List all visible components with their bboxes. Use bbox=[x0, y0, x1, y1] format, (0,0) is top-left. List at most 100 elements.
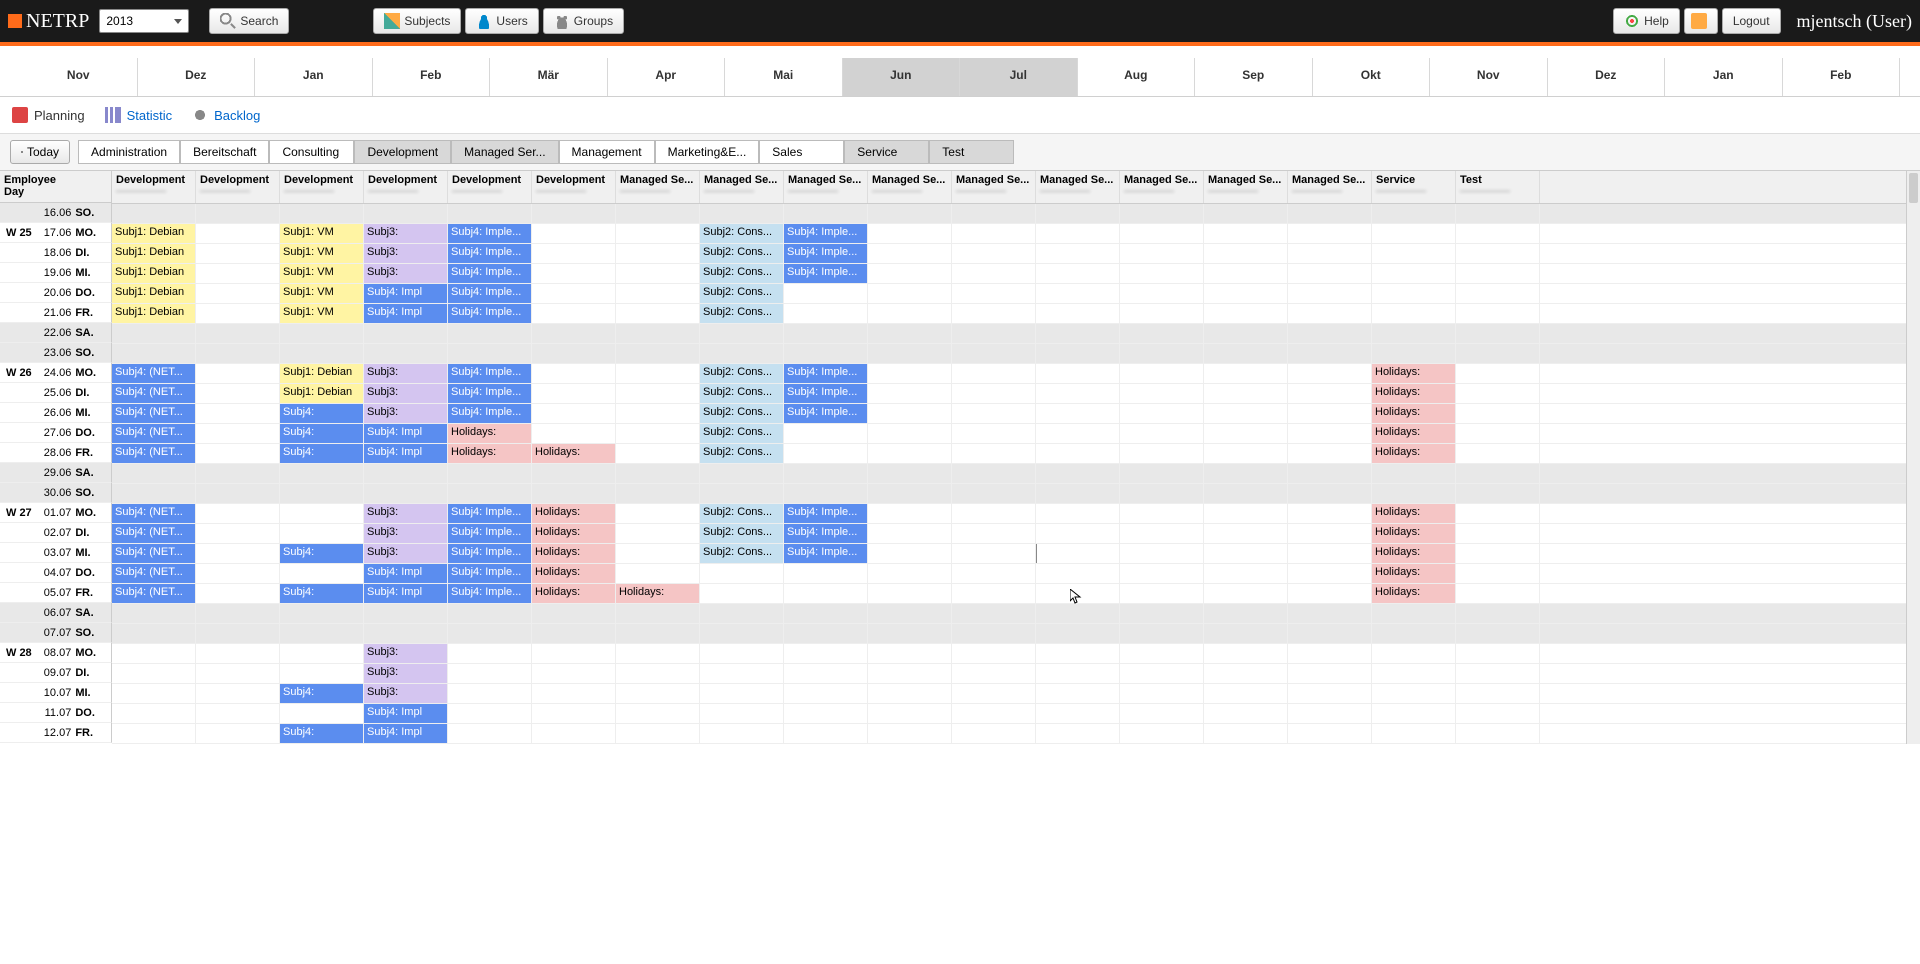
grid-cell[interactable] bbox=[1288, 324, 1372, 343]
grid-cell[interactable] bbox=[196, 584, 280, 603]
col-header-4[interactable]: Development————— bbox=[448, 171, 532, 203]
grid-cell[interactable] bbox=[112, 684, 196, 703]
grid-cell[interactable]: Holidays: bbox=[1372, 384, 1456, 403]
grid-cell[interactable] bbox=[532, 464, 616, 483]
grid-cell[interactable] bbox=[1456, 224, 1540, 243]
grid-cell[interactable]: Subj4: Imple... bbox=[784, 264, 868, 283]
grid-cell[interactable] bbox=[1288, 524, 1372, 543]
grid-cell[interactable] bbox=[1456, 644, 1540, 663]
grid-cell[interactable] bbox=[1204, 644, 1288, 663]
grid-cell[interactable] bbox=[1036, 224, 1120, 243]
grid-cell[interactable]: Subj1: Debian bbox=[280, 364, 364, 383]
grid-cell[interactable] bbox=[1372, 724, 1456, 743]
grid-cell[interactable]: Subj4: bbox=[280, 724, 364, 743]
search-button[interactable]: Search bbox=[209, 8, 289, 34]
grid-cell[interactable] bbox=[1036, 684, 1120, 703]
month-mai-6[interactable]: Mai bbox=[725, 58, 843, 96]
grid-cell[interactable] bbox=[1036, 344, 1120, 363]
grid-cell[interactable] bbox=[196, 364, 280, 383]
grid-cell[interactable] bbox=[1204, 344, 1288, 363]
grid-cell[interactable] bbox=[868, 204, 952, 223]
dept-tab-4[interactable]: Managed Ser... bbox=[451, 140, 558, 164]
grid-cell[interactable]: Subj4: Imple... bbox=[448, 504, 532, 523]
grid-cell[interactable] bbox=[532, 404, 616, 423]
grid-cell[interactable] bbox=[532, 384, 616, 403]
grid-cell[interactable] bbox=[1036, 584, 1120, 603]
grid-cell[interactable]: Subj4: Imple... bbox=[448, 224, 532, 243]
grid-cell[interactable] bbox=[1456, 284, 1540, 303]
grid-cell[interactable] bbox=[1456, 684, 1540, 703]
grid-cell[interactable]: Subj2: Cons... bbox=[700, 544, 784, 563]
grid-cell[interactable] bbox=[1288, 404, 1372, 423]
grid-cell[interactable]: Subj1: VM bbox=[280, 284, 364, 303]
grid-cell[interactable] bbox=[448, 664, 532, 683]
grid-cell[interactable] bbox=[1036, 564, 1120, 583]
grid-cell[interactable] bbox=[784, 684, 868, 703]
grid-cell[interactable] bbox=[784, 304, 868, 323]
grid-cell[interactable] bbox=[784, 204, 868, 223]
grid-cell[interactable]: Subj4: Imple... bbox=[448, 384, 532, 403]
grid-cell[interactable]: Subj3: bbox=[364, 524, 448, 543]
grid-cell[interactable] bbox=[952, 284, 1036, 303]
grid-cell[interactable]: Subj3: bbox=[364, 224, 448, 243]
grid-cell[interactable] bbox=[868, 624, 952, 643]
grid-cell[interactable] bbox=[112, 704, 196, 723]
grid-cell[interactable] bbox=[616, 344, 700, 363]
grid-cell[interactable]: Subj1: Debian bbox=[112, 304, 196, 323]
grid-cell[interactable] bbox=[196, 344, 280, 363]
grid-cell[interactable] bbox=[868, 584, 952, 603]
grid-cell[interactable] bbox=[868, 444, 952, 463]
grid-cell[interactable] bbox=[1288, 544, 1372, 563]
grid-cell[interactable] bbox=[700, 344, 784, 363]
grid-cell[interactable] bbox=[1204, 284, 1288, 303]
grid-cell[interactable] bbox=[1456, 364, 1540, 383]
grid-cell[interactable]: Subj2: Cons... bbox=[700, 224, 784, 243]
grid-cell[interactable] bbox=[1036, 664, 1120, 683]
grid-cell[interactable] bbox=[112, 324, 196, 343]
grid-cell[interactable]: Subj4: bbox=[280, 404, 364, 423]
month-jul-8[interactable]: Jul bbox=[960, 58, 1078, 96]
grid-cell[interactable] bbox=[868, 244, 952, 263]
grid-cell[interactable] bbox=[1456, 344, 1540, 363]
grid-cell[interactable] bbox=[1456, 704, 1540, 723]
grid-cell[interactable] bbox=[700, 204, 784, 223]
grid-cell[interactable] bbox=[112, 204, 196, 223]
grid-cell[interactable]: Subj4: Imple... bbox=[784, 364, 868, 383]
grid-cell[interactable] bbox=[1288, 624, 1372, 643]
grid-cell[interactable] bbox=[1120, 324, 1204, 343]
grid-cell[interactable] bbox=[1036, 264, 1120, 283]
grid-cell[interactable] bbox=[952, 404, 1036, 423]
grid-cell[interactable]: Holidays: bbox=[532, 584, 616, 603]
grid-cell[interactable] bbox=[1120, 204, 1204, 223]
grid-cell[interactable] bbox=[1036, 424, 1120, 443]
grid-cell[interactable] bbox=[1120, 464, 1204, 483]
grid-cell[interactable] bbox=[1372, 604, 1456, 623]
grid-cell[interactable] bbox=[280, 524, 364, 543]
grid-cell[interactable] bbox=[952, 684, 1036, 703]
grid-cell[interactable]: Subj1: VM bbox=[280, 304, 364, 323]
help-button[interactable]: Help bbox=[1613, 8, 1680, 34]
grid-cell[interactable] bbox=[532, 664, 616, 683]
grid-cell[interactable] bbox=[952, 584, 1036, 603]
grid-cell[interactable]: Subj4: (NET... bbox=[112, 544, 196, 563]
month-dez-13[interactable]: Dez bbox=[1548, 58, 1666, 96]
grid-cell[interactable] bbox=[280, 464, 364, 483]
month-dez-1[interactable]: Dez bbox=[138, 58, 256, 96]
grid-cell[interactable] bbox=[196, 604, 280, 623]
grid-cell[interactable] bbox=[1120, 264, 1204, 283]
grid-cell[interactable] bbox=[532, 284, 616, 303]
grid-cell[interactable] bbox=[868, 344, 952, 363]
grid-cell[interactable]: Holidays: bbox=[1372, 584, 1456, 603]
grid-cell[interactable] bbox=[448, 464, 532, 483]
grid-cell[interactable]: Subj4: Impl bbox=[364, 284, 448, 303]
grid-cell[interactable] bbox=[616, 424, 700, 443]
grid-cell[interactable]: Subj4: (NET... bbox=[112, 444, 196, 463]
grid-cell[interactable] bbox=[1120, 564, 1204, 583]
grid-cell[interactable] bbox=[700, 604, 784, 623]
grid-cell[interactable]: Subj4: bbox=[280, 424, 364, 443]
grid-cell[interactable]: Subj4: (NET... bbox=[112, 364, 196, 383]
col-header-15[interactable]: Service————— bbox=[1372, 171, 1456, 203]
grid-cell[interactable] bbox=[196, 404, 280, 423]
grid-cell[interactable] bbox=[1036, 284, 1120, 303]
grid-cell[interactable]: Subj4: Imple... bbox=[784, 544, 868, 563]
